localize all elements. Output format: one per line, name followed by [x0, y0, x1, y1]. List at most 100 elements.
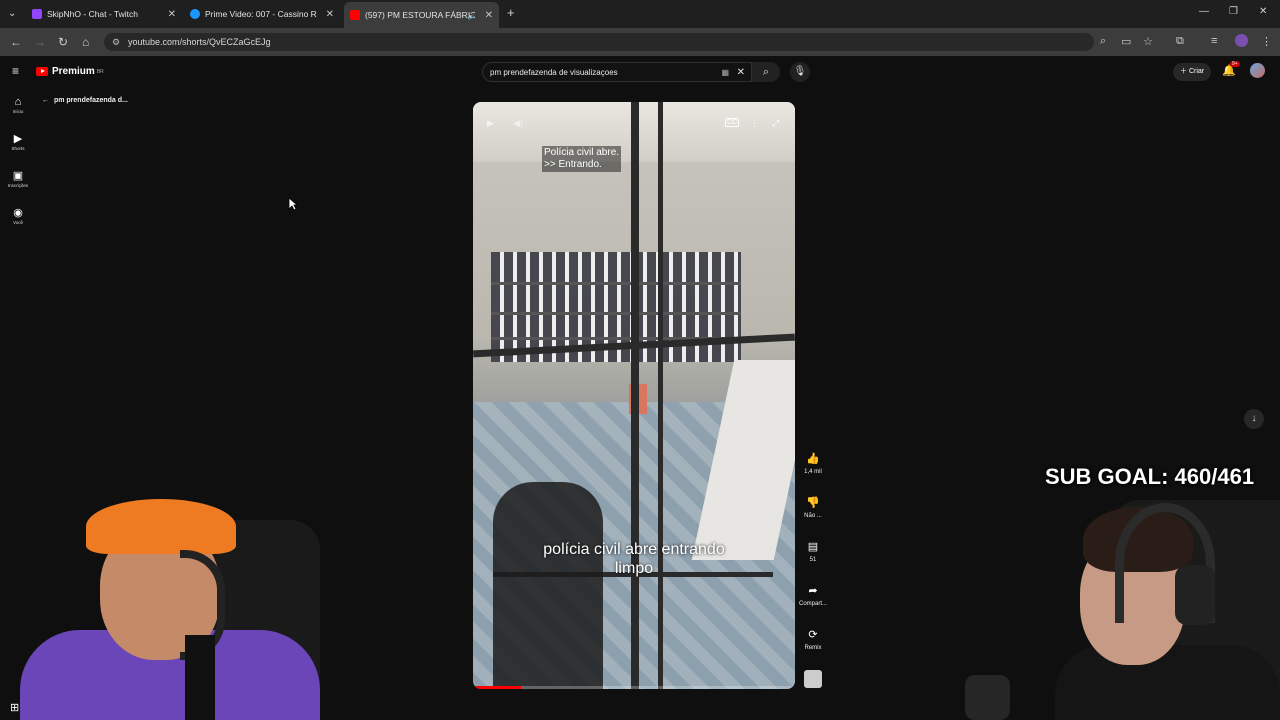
zoom-icon[interactable]: ⌕ — [1100, 35, 1106, 48]
back-title-text: pm prendefazenda d... — [53, 97, 128, 104]
more-options-icon[interactable]: ⋮ — [750, 118, 759, 129]
caption-line: polícia civil abre entrando — [543, 541, 725, 558]
tab-prime-video[interactable]: Prime Video: 007 - Cassino Roy ✕ — [190, 3, 340, 25]
shorts-back-link[interactable]: ← pm prendefazenda d... — [42, 97, 128, 104]
tab-title: Prime Video: 007 - Cassino Roy — [205, 9, 317, 19]
youtube-header: ≡ Premium BR pm prendefazenda de visuali… — [0, 56, 1280, 88]
hamburger-menu-icon[interactable]: ≡ — [12, 64, 19, 78]
share-icon: ➦ — [808, 585, 818, 597]
video-frame-shelf — [491, 282, 741, 285]
home-icon[interactable]: ⌂ — [82, 35, 89, 49]
window-close-icon[interactable]: ✕ — [1259, 6, 1267, 17]
sidebar-item-label: Você — [12, 220, 23, 225]
share-button[interactable]: ➦ Compart... — [797, 584, 829, 607]
next-video-button[interactable]: ↓ — [1244, 409, 1264, 429]
like-button[interactable]: 👍 1,4 mil — [797, 452, 829, 475]
microphone-arm — [965, 675, 1010, 720]
media-controls-icon[interactable]: ≡ — [1211, 35, 1217, 47]
microphone-icon: 🎙 — [793, 66, 807, 77]
audio-playing-icon[interactable]: 🔈 — [467, 11, 477, 20]
create-label: Criar — [1188, 68, 1205, 75]
caption-bottom: polícia civil abre entrando limpo — [473, 540, 795, 578]
video-frame-shelf — [491, 312, 741, 315]
remix-icon: ⟳ — [808, 629, 818, 641]
voice-search-button[interactable]: 🎙 — [790, 62, 810, 82]
clear-search-icon[interactable]: ✕ — [737, 63, 745, 83]
dislike-label: Não ... — [804, 513, 822, 519]
youtube-icon — [350, 10, 360, 20]
tab-twitch[interactable]: SkipNhO - Chat - Twitch ✕ — [32, 3, 182, 25]
sidebar-item-you[interactable]: ◉ Você — [0, 207, 36, 225]
tab-title: SkipNhO - Chat - Twitch — [47, 9, 139, 19]
keyboard-icon[interactable]: ▦ — [721, 63, 729, 83]
site-info-icon[interactable]: ⚙ — [112, 33, 120, 51]
video-progress-bar[interactable] — [473, 686, 795, 689]
comment-icon: ▤ — [807, 541, 819, 553]
sidebar-item-home[interactable]: ⌂ Início — [0, 96, 36, 114]
sidebar-item-label: Inscrições — [7, 183, 29, 188]
closed-captions-icon[interactable]: CC — [725, 118, 740, 127]
bookmark-star-icon[interactable]: ☆ — [1143, 35, 1153, 48]
browser-menu-icon[interactable]: ⋮ — [1261, 35, 1272, 48]
cast-icon[interactable]: ▭ — [1121, 35, 1131, 48]
sidebar-item-subscriptions[interactable]: ▣ Inscrições — [0, 170, 36, 188]
search-value: pm prendefazenda de visualizaçoes — [490, 68, 618, 77]
reload-icon[interactable]: ↻ — [58, 35, 68, 49]
webcam-right — [945, 495, 1280, 720]
search-icon: ⌕ — [762, 66, 770, 78]
create-button[interactable]: ＋ Criar — [1173, 63, 1212, 81]
video-frame-officer — [493, 482, 603, 689]
shorts-video-player[interactable]: Polícia civil abre. >> Entrando. polícia… — [473, 102, 795, 689]
video-frame-gate-bar — [631, 102, 639, 689]
tab-youtube[interactable]: (597) PM ESTOURA FÁBRIC 🔈 ✕ — [344, 2, 499, 28]
back-icon[interactable]: ← — [10, 35, 22, 49]
play-pause-icon[interactable]: ▶ — [487, 118, 494, 129]
back-arrow-icon: ← — [42, 97, 49, 104]
tab-close-icon[interactable]: ✕ — [168, 9, 176, 20]
mouse-cursor-icon — [288, 197, 298, 211]
tab-close-icon[interactable]: ✕ — [326, 9, 334, 20]
caption-line: Polícia civil abre. — [544, 147, 620, 158]
dislike-icon: 👎 — [806, 497, 820, 509]
logo-text: Premium — [52, 66, 95, 77]
new-tab-button[interactable]: + — [507, 5, 515, 20]
caption-line: limpo — [614, 560, 654, 577]
logo-region: BR — [96, 68, 104, 75]
video-frame-gate-bar — [658, 102, 663, 689]
video-progress-fill — [473, 686, 522, 689]
search-input[interactable]: pm prendefazenda de visualizaçoes ▦ ✕ — [482, 62, 752, 82]
tab-close-icon[interactable]: ✕ — [485, 10, 493, 21]
sound-thumbnail[interactable] — [797, 670, 829, 693]
sidebar-item-shorts[interactable]: ▶ Shorts — [0, 133, 36, 151]
sound-thumbnail-icon — [804, 670, 822, 688]
windows-start-icon[interactable]: ⊞ — [10, 701, 19, 714]
tab-search-icon[interactable]: ⌄ — [8, 8, 16, 19]
extensions-icon[interactable]: ⧉ — [1176, 35, 1184, 48]
plus-icon: ＋ — [1180, 68, 1187, 75]
dislike-button[interactable]: 👎 Não ... — [797, 496, 829, 519]
remix-button[interactable]: ⟳ Remix — [797, 628, 829, 651]
browser-tab-bar: ⌄ SkipNhO - Chat - Twitch ✕ Prime Video:… — [0, 0, 1280, 28]
volume-icon[interactable]: ◀) — [513, 118, 523, 129]
streamer-hoodie — [1055, 645, 1280, 720]
twitch-icon — [32, 9, 42, 19]
youtube-logo[interactable]: Premium BR — [36, 66, 104, 77]
comment-count: 51 — [809, 557, 817, 563]
address-bar[interactable]: ⚙ youtube.com/shorts/QvECZaGcEJg — [104, 33, 1094, 51]
forward-icon[interactable]: → — [34, 35, 46, 49]
comments-button[interactable]: ▤ 51 — [797, 540, 829, 563]
profile-avatar[interactable] — [1235, 34, 1248, 47]
account-avatar[interactable] — [1250, 63, 1265, 78]
fullscreen-icon[interactable]: ⤢ — [772, 118, 779, 129]
maximize-icon[interactable]: ❐ — [1229, 6, 1238, 17]
shorts-icon: ▶ — [13, 133, 23, 145]
notification-badge: 9+ — [1230, 61, 1240, 67]
home-icon: ⌂ — [14, 96, 22, 108]
arrow-down-icon: ↓ — [1251, 413, 1257, 424]
search-button[interactable]: ⌕ — [752, 62, 780, 82]
youtube-play-icon — [36, 67, 48, 76]
like-count: 1,4 mil — [804, 469, 822, 475]
minimize-icon[interactable]: — — [1199, 6, 1209, 17]
orange-cap — [86, 499, 236, 554]
tab-title: (597) PM ESTOURA FÁBRIC — [365, 10, 475, 20]
